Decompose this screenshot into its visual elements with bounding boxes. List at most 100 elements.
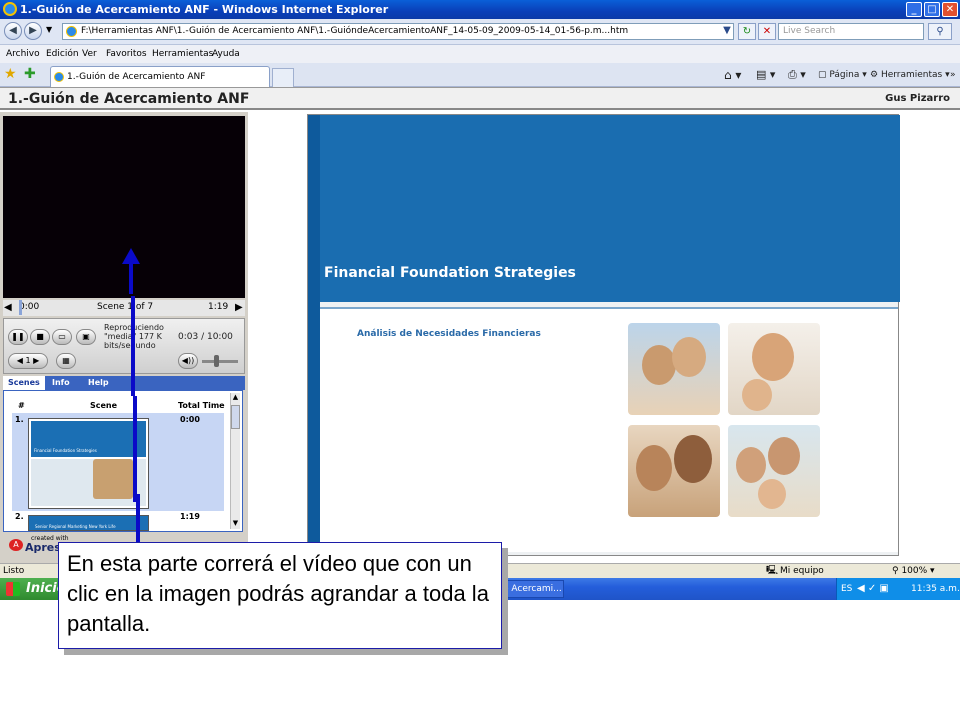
- tab-scenes[interactable]: Scenes: [3, 376, 45, 390]
- pause-button[interactable]: ❚❚: [8, 329, 28, 345]
- favorites-star-icon[interactable]: ★: [4, 66, 17, 82]
- menu-archivo[interactable]: Archivo: [6, 45, 40, 63]
- forward-button[interactable]: ▶: [24, 22, 42, 40]
- thumb-title: Senior Regional Marketing New York Life: [35, 524, 116, 529]
- tab-info[interactable]: Info: [47, 376, 75, 390]
- scroll-thumb[interactable]: [231, 405, 240, 429]
- seek-left-icon[interactable]: ◀: [4, 302, 12, 313]
- menu-favoritos[interactable]: Favoritos: [106, 45, 147, 63]
- scenes-list: # Scene Total Time 1. 0:00 Financial Fou…: [3, 390, 243, 532]
- stop-button[interactable]: ✕: [758, 23, 776, 40]
- slide-body: Análisis de Necesidades Financieras: [320, 307, 898, 552]
- taskbar-item-ie[interactable]: e Acercami...: [498, 580, 564, 598]
- history-dropdown-icon[interactable]: ▼: [46, 25, 52, 34]
- face-icon: [636, 445, 672, 491]
- language-indicator[interactable]: ES: [841, 578, 852, 600]
- slide-title: Financial Foundation Strategies: [324, 265, 576, 281]
- view-mode-button[interactable]: ▦: [56, 353, 76, 369]
- close-button[interactable]: ✕: [942, 2, 958, 17]
- menu-ayuda[interactable]: Ayuda: [212, 45, 240, 63]
- maximize-button[interactable]: □: [924, 2, 940, 17]
- page-icon: [66, 26, 77, 37]
- arrow-shaft: [131, 296, 135, 396]
- col-number: #: [18, 401, 25, 410]
- face-icon: [736, 447, 766, 483]
- family-photo-3: [628, 425, 720, 517]
- menu-edicion[interactable]: Edición: [46, 45, 79, 63]
- callout-box: En esta parte correrá el vídeo que con u…: [58, 542, 502, 649]
- tab-page-icon: [54, 72, 64, 82]
- scene-thumbnail[interactable]: Financial Foundation Strategies: [28, 418, 149, 509]
- arrow-shaft: [136, 494, 140, 544]
- menu-herramientas[interactable]: Herramientas: [152, 45, 213, 63]
- new-tab-button[interactable]: [272, 68, 294, 87]
- system-tray: ES ◀ ✓ ▣ 11:35 a.m.: [836, 578, 960, 600]
- thumb-photos: [93, 459, 133, 499]
- video-area[interactable]: [3, 116, 245, 298]
- face-icon: [752, 333, 794, 381]
- page-title: 1.-Guión de Acercamiento ANF: [8, 91, 250, 107]
- scroll-up-icon[interactable]: ▲: [231, 393, 240, 403]
- thumb-title: Financial Foundation Strategies: [34, 448, 97, 453]
- col-total-time: Total Time: [178, 401, 225, 410]
- clock: 11:35 a.m.: [911, 584, 960, 594]
- scene-number: 1.: [15, 415, 24, 424]
- author-name: Gus Pizarro: [885, 93, 950, 104]
- player-controls: ❚❚ ■ ▭ ▣ Reproduciendo "media" 177 K bit…: [3, 318, 245, 374]
- seek-right-icon[interactable]: ▶: [235, 302, 243, 313]
- tab-help[interactable]: Help: [83, 376, 114, 390]
- search-input[interactable]: Live Search: [778, 23, 924, 40]
- fullscreen-button[interactable]: ▣: [76, 329, 96, 345]
- tools-menu-button[interactable]: ⚙ Herramientas ▾: [870, 63, 950, 87]
- address-input[interactable]: F:\Herramientas ANF\1.-Guión de Acercami…: [62, 23, 734, 40]
- address-dropdown-icon[interactable]: ▼: [720, 23, 734, 40]
- scenes-scrollbar[interactable]: ▲ ▼: [230, 393, 240, 529]
- back-button[interactable]: ◀: [4, 22, 22, 40]
- slide-banner: Financial Foundation Strategies: [308, 115, 900, 555]
- refresh-button[interactable]: ↻: [738, 23, 756, 40]
- face-icon: [674, 435, 712, 483]
- tab-active[interactable]: 1.-Guión de Acercamiento ANF: [50, 66, 270, 87]
- volume-slider[interactable]: [202, 360, 238, 363]
- add-favorite-icon[interactable]: ✚: [24, 66, 36, 82]
- windows-logo-icon: [6, 582, 20, 596]
- apresso-logo-icon: A: [9, 539, 23, 551]
- presentation-header: 1.-Guión de Acercamiento ANF Gus Pizarro: [0, 88, 960, 110]
- scene-thumbnail[interactable]: Senior Regional Marketing New York Life: [28, 515, 149, 531]
- closed-caption-button[interactable]: ▭: [52, 329, 72, 345]
- scene-number: 2.: [15, 512, 24, 521]
- face-icon: [742, 379, 772, 411]
- scroll-down-icon[interactable]: ▼: [231, 519, 240, 529]
- page-menu-label: Página: [829, 70, 860, 80]
- seek-bar[interactable]: ◀ 0:00 Scene 1 of 7 1:19 ▶: [3, 300, 245, 316]
- speed-control[interactable]: ◀ 1 ▶: [8, 353, 48, 369]
- family-photo-2: [728, 323, 820, 415]
- panel-tabs: Scenes Info Help: [3, 376, 245, 390]
- minimize-button[interactable]: _: [906, 2, 922, 17]
- seek-thumb[interactable]: [19, 300, 22, 315]
- home-icon[interactable]: ⌂ ▾: [724, 63, 741, 87]
- seek-end-time: 1:19: [208, 302, 229, 312]
- arrow-head-icon: [122, 248, 140, 264]
- face-icon: [758, 479, 786, 509]
- face-icon: [768, 437, 800, 475]
- volume-icon[interactable]: ◀)): [178, 353, 198, 369]
- tray-icons[interactable]: ◀ ✓ ▣: [857, 578, 889, 600]
- feeds-icon[interactable]: ▤ ▾: [756, 63, 775, 87]
- slide-sidebar-lower: [308, 302, 320, 555]
- stop-button-player[interactable]: ■: [30, 329, 50, 345]
- tools-menu-label: Herramientas: [880, 70, 943, 80]
- address-toolbar: ◀ ▶ ▼ F:\Herramientas ANF\1.-Guión de Ac…: [0, 19, 960, 45]
- print-icon[interactable]: ⎙ ▾: [788, 63, 806, 87]
- zoom-control[interactable]: ⚲ 100% ▾: [892, 564, 935, 578]
- volume-thumb[interactable]: [214, 355, 219, 367]
- menu-ver[interactable]: Ver: [82, 45, 97, 63]
- seek-start-time: 0:00: [19, 302, 40, 312]
- search-icon[interactable]: ⚲: [928, 23, 952, 40]
- page-menu-button[interactable]: ▢ Página ▾: [818, 63, 867, 87]
- col-scene: Scene: [90, 401, 118, 410]
- chevron-more-icon[interactable]: »: [950, 63, 956, 87]
- slide-subtitle: Análisis de Necesidades Financieras: [357, 329, 541, 339]
- slide[interactable]: Financial Foundation Strategies Análisis…: [307, 114, 900, 556]
- speed-value: 1: [25, 356, 31, 365]
